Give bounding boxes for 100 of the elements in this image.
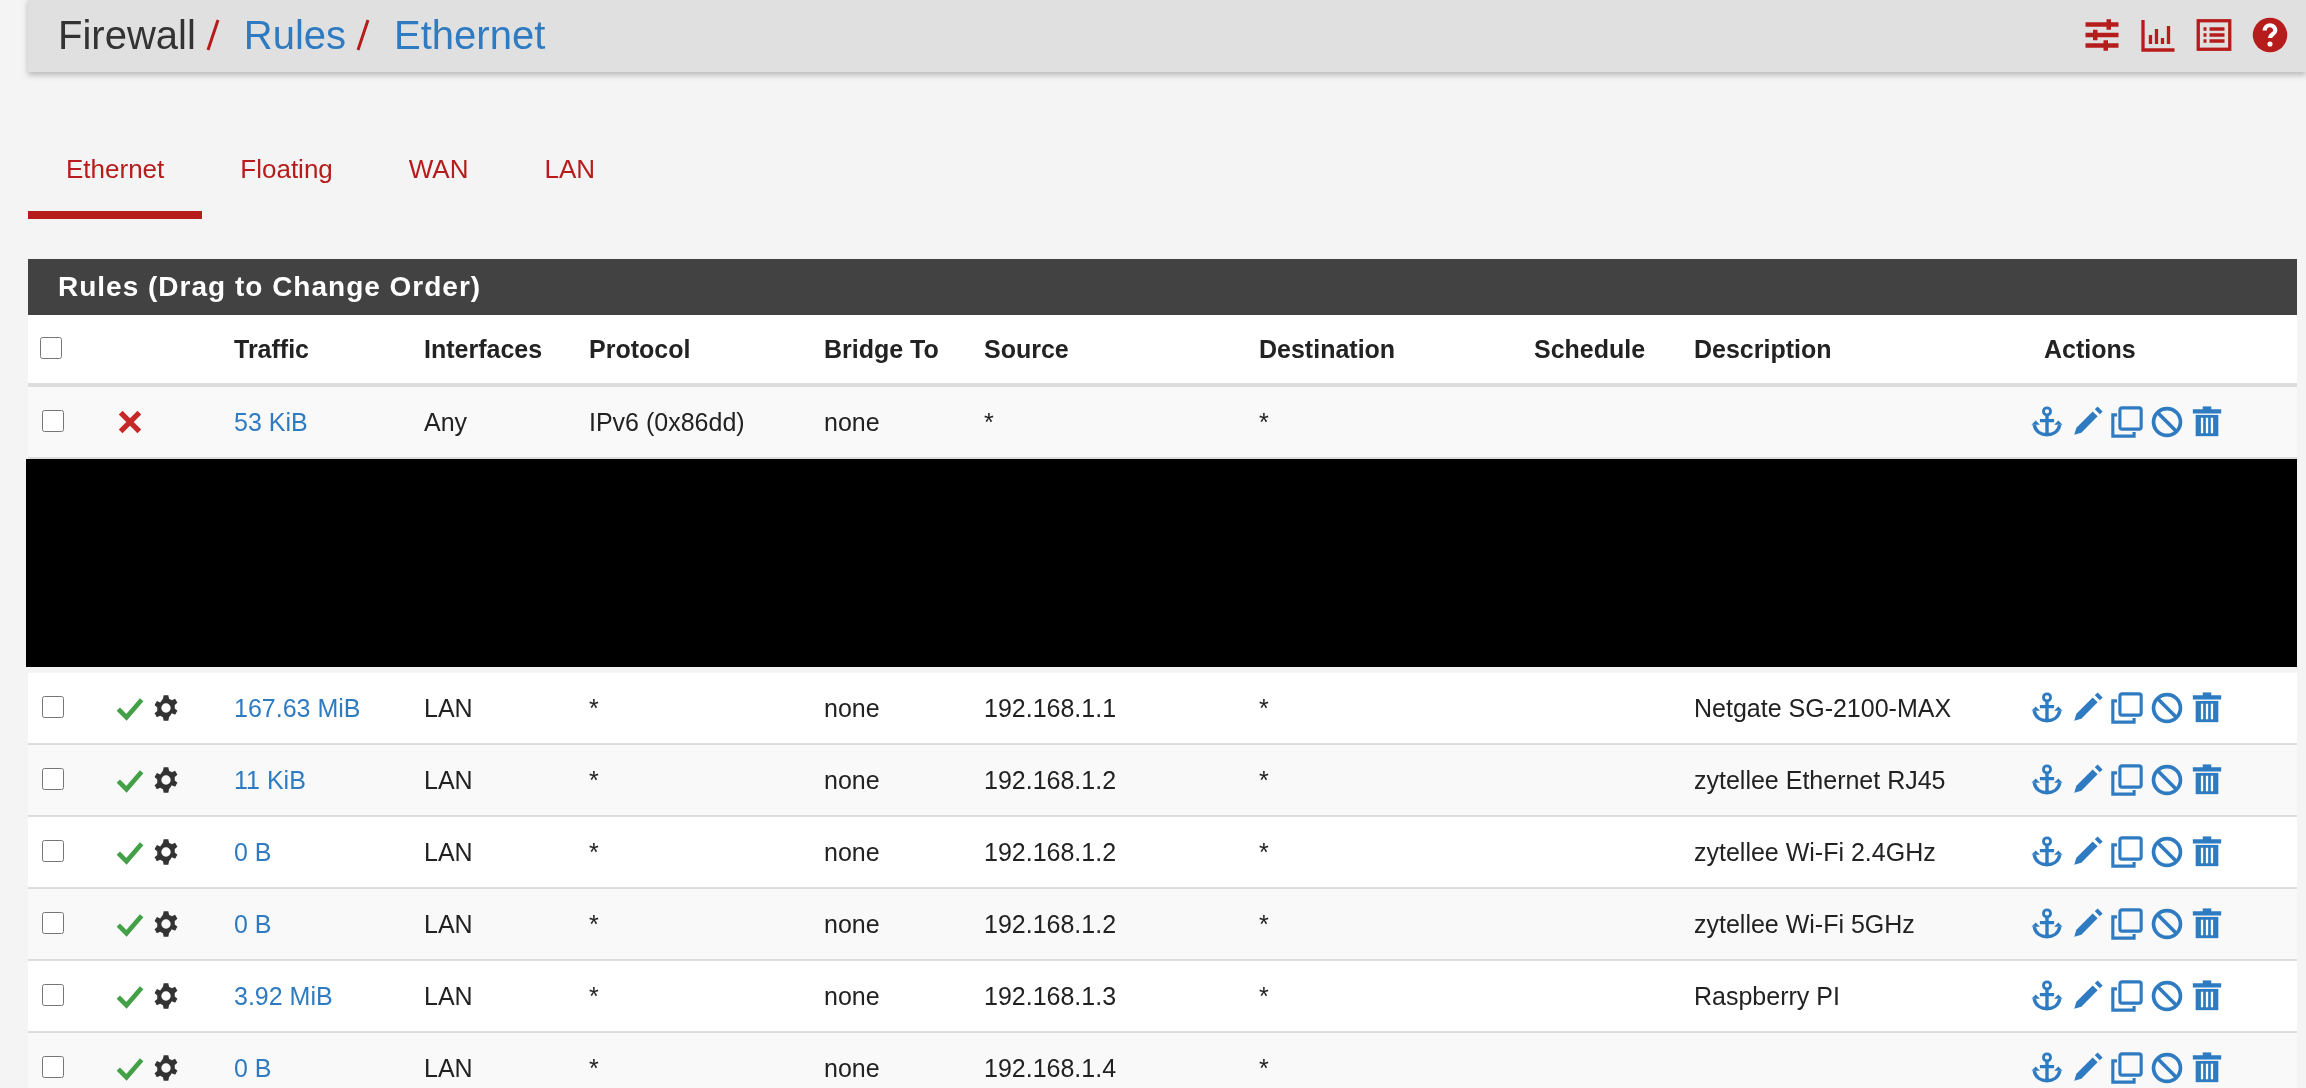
list-icon[interactable] [2196,17,2232,53]
copy-icon[interactable] [2110,835,2144,869]
copy-icon[interactable] [2110,979,2144,1013]
table-cell-text: zytellee Ethernet RJ45 [1693,765,1947,795]
column-header: Schedule [1533,334,1647,364]
table-cell-text: LAN [423,837,474,867]
column-header: Actions [2043,334,2137,364]
table-cell-text: * [588,909,600,939]
table-cell-text: LAN [423,1053,474,1083]
anchor-icon[interactable] [2030,763,2064,797]
ban-icon[interactable] [2150,763,2184,797]
copy-icon[interactable] [2110,691,2144,725]
table-cell-text: LAN [423,765,474,795]
row-checkbox[interactable] [42,839,64,862]
column-header: Traffic [233,334,311,364]
anchor-icon[interactable] [2030,1051,2064,1085]
table-cell-text: * [1258,693,1270,723]
ban-icon[interactable] [2150,405,2184,439]
traffic-link[interactable]: 53 KiB [220,407,410,437]
table-cell-text: * [1258,765,1270,795]
table-cell-text: none [823,1053,881,1083]
column-header: Destination [1258,334,1397,364]
row-checkbox[interactable] [42,409,64,432]
row-checkbox[interactable] [42,695,64,718]
ban-icon[interactable] [2150,907,2184,941]
traffic-link[interactable]: 0 B [220,837,410,867]
tab[interactable]: Floating [202,132,371,219]
copy-icon[interactable] [2110,1051,2144,1085]
traffic-link[interactable]: 0 B [220,909,410,939]
ban-icon[interactable] [2150,691,2184,725]
table-cell-text: 192.168.1.2 [983,765,1118,795]
table-cell-text: 192.168.1.3 [983,981,1118,1011]
table-cell-text: * [1258,407,1270,437]
column-header: Description [1693,334,1833,364]
breadcrumb-text: Firewall [58,12,196,58]
ban-icon[interactable] [2150,979,2184,1013]
column-header: Source [983,334,1070,364]
table-cell-text: * [588,1053,600,1083]
slash-icon [205,18,220,52]
table-cell-text: 192.168.1.2 [983,837,1118,867]
table-cell-text: IPv6 (0x86dd) [588,407,746,437]
anchor-icon[interactable] [2030,835,2064,869]
row-checkbox[interactable] [42,767,64,790]
table-cell-text: 192.168.1.2 [983,909,1118,939]
table-cell-text: Netgate SG-2100-MAX [1693,693,1953,723]
table-cell-text: * [588,765,600,795]
table-cell-text: zytellee Wi-Fi 5GHz [1693,909,1916,939]
table-cell-text: 192.168.1.4 [983,1053,1118,1083]
slash-icon [356,18,371,52]
table-cell-text: * [588,837,600,867]
sliders-icon[interactable] [2084,17,2120,53]
column-header: Interfaces [423,334,544,364]
traffic-link[interactable]: 167.63 MiB [220,693,410,723]
copy-icon[interactable] [2110,405,2144,439]
table-cell-text: LAN [423,909,474,939]
tab[interactable]: Ethernet [28,132,203,219]
panel-title: Rules (Drag to Change Order) [28,259,2297,315]
table-cell-text: * [983,407,995,437]
ban-icon[interactable] [2150,1051,2184,1085]
table-cell-text: Any [423,407,469,437]
table-cell-text: none [823,981,881,1011]
table-cell-text: none [823,909,881,939]
bar-chart-icon[interactable] [2140,17,2176,53]
table-cell-text: none [823,765,881,795]
anchor-icon[interactable] [2030,979,2064,1013]
trash-icon[interactable] [2190,763,2224,797]
table-cell-text: * [588,693,600,723]
table-cell-text: 192.168.1.1 [983,693,1118,723]
help-icon[interactable] [2252,17,2288,53]
traffic-link[interactable]: 0 B [220,1053,410,1083]
row-checkbox[interactable] [42,983,64,1006]
trash-icon[interactable] [2190,691,2224,725]
trash-icon[interactable] [2190,979,2224,1013]
table-cell-text: none [823,837,881,867]
trash-icon[interactable] [2190,835,2224,869]
trash-icon[interactable] [2190,907,2224,941]
tab[interactable]: WAN [370,132,507,219]
trash-icon[interactable] [2190,1051,2224,1085]
anchor-icon[interactable] [2030,405,2064,439]
table-cell-text: * [1258,1053,1270,1083]
table-cell-text: none [823,407,881,437]
breadcrumb-link[interactable]: Rules [243,12,347,58]
breadcrumb-link[interactable]: Ethernet [394,12,546,58]
tab[interactable]: LAN [506,132,634,219]
row-checkbox[interactable] [42,911,64,934]
anchor-icon[interactable] [2030,691,2064,725]
table-cell-text: Raspberry PI [1693,981,1841,1011]
table-cell-text: LAN [423,981,474,1011]
traffic-link[interactable]: 3.92 MiB [220,981,410,1011]
trash-icon[interactable] [2190,405,2224,439]
copy-icon[interactable] [2110,763,2144,797]
table-cell-text: * [1258,837,1270,867]
row-checkbox[interactable] [42,1055,64,1078]
anchor-icon[interactable] [2030,907,2064,941]
select-all-checkbox[interactable] [40,336,62,359]
table-cell-text: zytellee Wi-Fi 2.4GHz [1693,837,1937,867]
table-cell-text: * [588,981,600,1011]
traffic-link[interactable]: 11 KiB [220,765,410,795]
copy-icon[interactable] [2110,907,2144,941]
ban-icon[interactable] [2150,835,2184,869]
